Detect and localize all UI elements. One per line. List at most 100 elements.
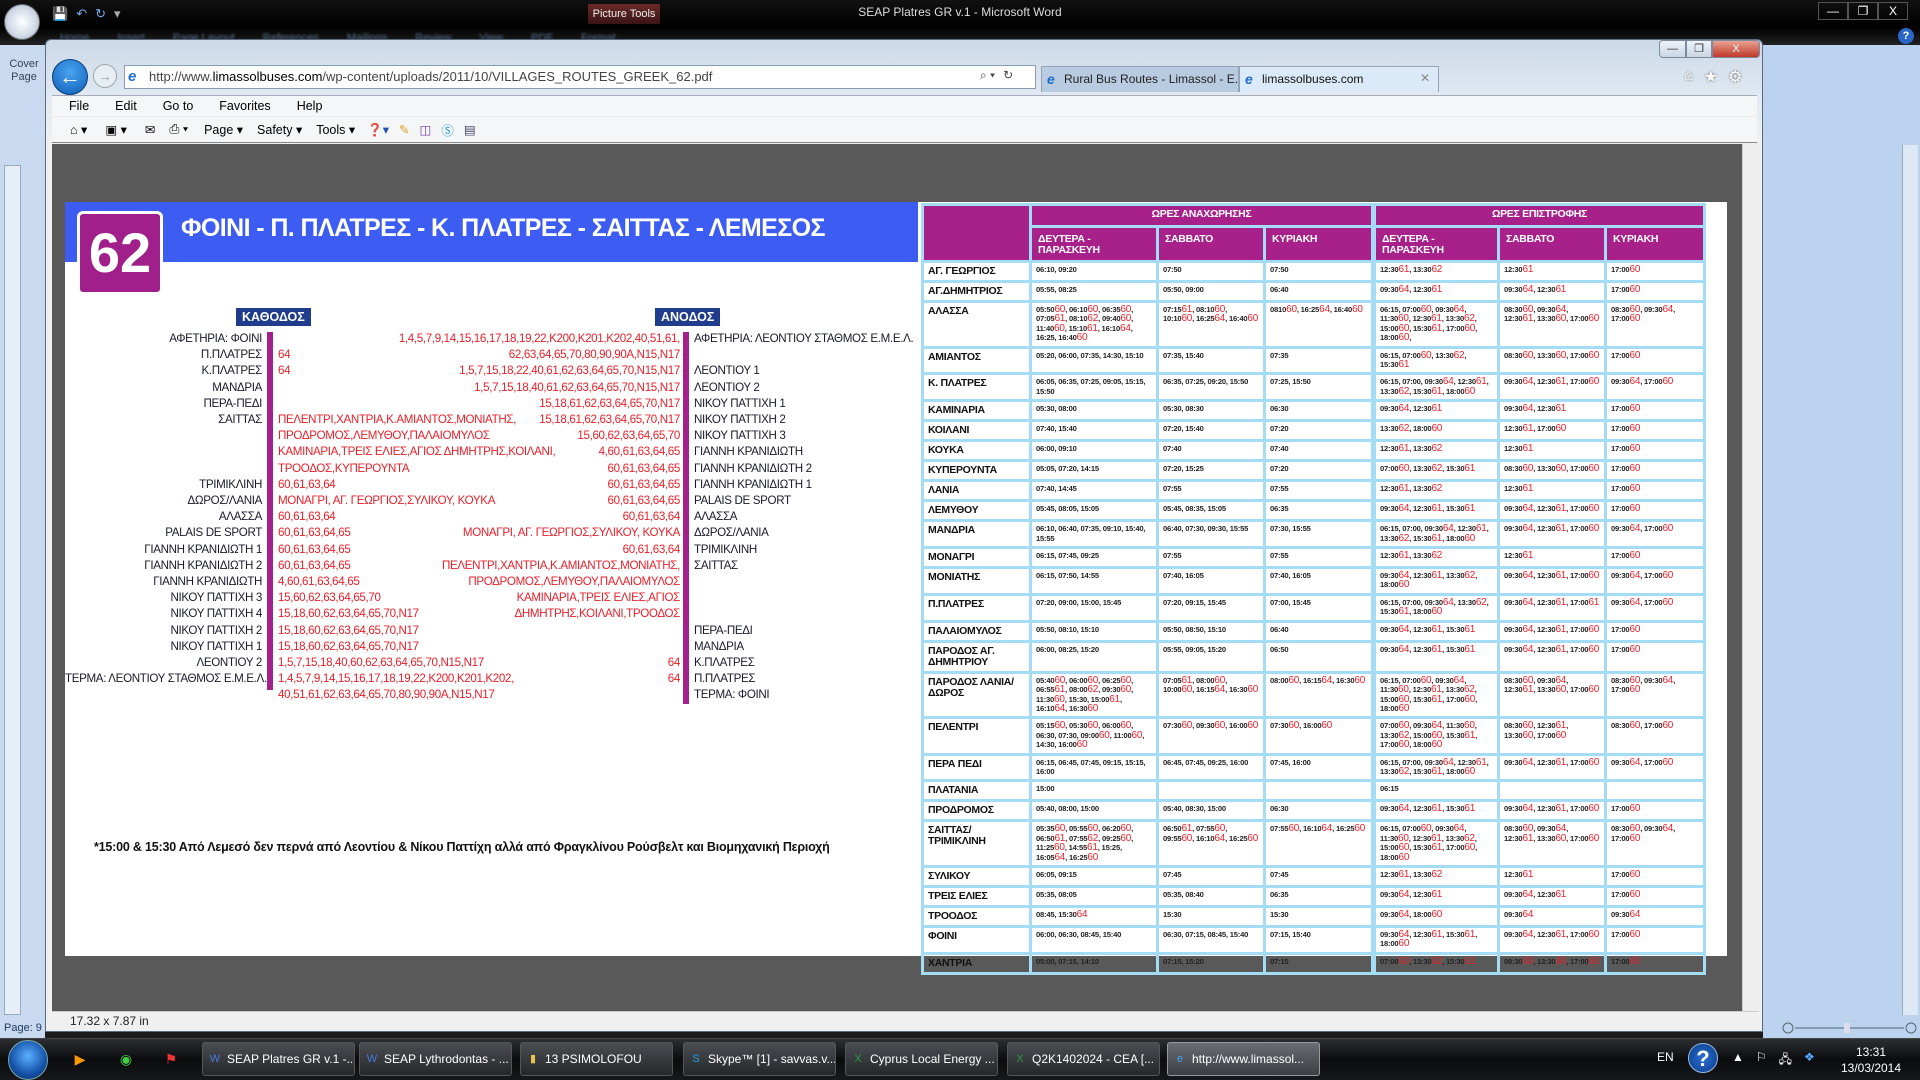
dep-times-sunday: 07:15: [1262, 951, 1376, 975]
help-icon[interactable]: ❓▾: [367, 122, 389, 138]
zoom-slider[interactable]: [1782, 1022, 1917, 1034]
menu-favorites[interactable]: Favorites: [202, 96, 279, 116]
cover-page-button[interactable]: Cover Page: [6, 58, 42, 84]
menu-help[interactable]: Help: [280, 96, 332, 116]
maximize-button[interactable]: ❐: [1686, 40, 1712, 58]
minimize-button[interactable]: —: [1659, 40, 1686, 58]
dep-times-weekday: 06:00, 08:25, 15:20: [1029, 639, 1159, 674]
timetable-row: ΑΓ.ΔΗΜΗΤΡΙΟΣ 05:55, 08:25 05:50, 09:00 06:4…: [921, 280, 1707, 303]
route-number: 64: [1522, 803, 1534, 815]
tab-limassolbuses[interactable]: e limassolbuses.com: [1239, 66, 1439, 92]
network-icon[interactable]: 🖧: [1779, 1050, 1792, 1071]
dep-times-sunday: 07:45: [1262, 864, 1376, 888]
taskbar-item[interactable]: X Cyprus Local Energy ...: [845, 1042, 998, 1076]
dep-times-sunday: 07:55: [1262, 479, 1376, 503]
page-menu[interactable]: Page ▾: [204, 122, 243, 137]
show-hidden-icons[interactable]: ▲: [1732, 1050, 1744, 1071]
minimize-button[interactable]: —: [1818, 2, 1848, 20]
dep-times-sunday: 06:30: [1262, 799, 1376, 823]
close-button[interactable]: X: [1712, 40, 1760, 58]
tools-menu[interactable]: Tools ▾: [316, 122, 355, 137]
anodos-connections: 1,4,5,7,9,14,15,16,17,18,19,22,K200,K201…: [398, 332, 681, 345]
route-number: 64: [1442, 596, 1454, 608]
print-icon[interactable]: ⎙ ▾: [169, 122, 188, 137]
taskbar-item[interactable]: S Skype™ [1] - savvas.v...: [683, 1042, 836, 1076]
restore-button[interactable]: ❐: [1848, 2, 1878, 20]
help-icon[interactable]: ?: [1898, 28, 1914, 44]
gear-icon[interactable]: ⚙: [1728, 67, 1742, 87]
route-number: 60: [1181, 832, 1193, 844]
taskbar-item[interactable]: e http://www.limassol...: [1167, 1042, 1320, 1076]
ret-times-sunday: 17:0060: [1604, 639, 1707, 674]
help-icon[interactable]: ?: [1688, 1043, 1718, 1073]
close-button[interactable]: X: [1878, 2, 1908, 20]
save-icon[interactable]: 💾: [52, 6, 68, 22]
language-indicator[interactable]: EN: [1657, 1050, 1674, 1064]
menu-edit[interactable]: Edit: [98, 96, 146, 116]
research-icon[interactable]: ✎: [399, 122, 409, 137]
ret-times-saturday: 09:3064, 12:3061, 17:0060: [1497, 619, 1608, 643]
route-number: 61: [1398, 868, 1410, 880]
taskbar-item[interactable]: ▮ 13 PSIMOLOFOU: [520, 1042, 673, 1076]
menu-go-to[interactable]: Go to: [146, 96, 203, 116]
route-number: 64: [1629, 523, 1641, 535]
feeds-icon[interactable]: ▣ ▾: [105, 122, 127, 137]
redo-icon[interactable]: ↻: [95, 6, 106, 22]
ret-times-weekday: 09:3064, 12:3061: [1371, 280, 1501, 303]
stop-name: ΦΟΙΝΙ: [921, 924, 1032, 955]
search-icon[interactable]: ⌕ ▾: [980, 68, 995, 83]
forward-button[interactable]: →: [93, 64, 117, 88]
anodos-connections: 1,5,7,15,18,40,61,62,63,64,65,70,N15,N17: [474, 380, 680, 394]
close-tab-icon[interactable]: ✕: [1420, 71, 1430, 85]
picture-tools-tab[interactable]: Picture Tools: [588, 4, 660, 24]
dropbox-icon[interactable]: ❖: [1804, 1050, 1815, 1071]
anodos-connections: ΠΡΟΔΡΟΜΟΣ,ΛΕΜΥΘΟΥ,ΠΑΛΑΙΟΜΥΛΟΣ: [468, 575, 680, 588]
menu-file[interactable]: File: [52, 96, 98, 116]
route-number: 64: [1398, 643, 1410, 655]
route-number: 61: [1555, 570, 1567, 582]
addon-icon[interactable]: ▤: [464, 122, 476, 137]
star-icon[interactable]: ★: [1704, 67, 1718, 87]
route-number: 61: [1475, 756, 1487, 768]
dep-times-sunday: 07:00, 15:45: [1262, 592, 1376, 623]
route-number: 60: [1588, 313, 1600, 325]
clock[interactable]: 13:31 13/03/2014: [1836, 1044, 1906, 1076]
route-number: 60: [1588, 503, 1600, 515]
action-center-icon[interactable]: ⚐: [1756, 1050, 1767, 1071]
chrome-icon[interactable]: ◉: [117, 1050, 135, 1068]
word-vertical-scrollbar[interactable]: [1902, 145, 1918, 1015]
ret-times-saturday: 08:3060, 09:3064, 12:3061, 13:3060, 17:0…: [1497, 670, 1608, 720]
tab-rural-bus-routes[interactable]: e Rural Bus Routes - Limassol - E...: [1041, 66, 1239, 92]
home-icon[interactable]: ⌂: [1684, 67, 1694, 87]
onenote-icon[interactable]: ◫: [420, 122, 432, 137]
ret-times-saturday: 12:3061: [1497, 260, 1608, 283]
skype-icon[interactable]: Ⓢ: [441, 120, 454, 139]
start-button[interactable]: [8, 1040, 48, 1080]
route-number: 64: [1629, 596, 1641, 608]
vertical-scrollbar[interactable]: [1742, 144, 1759, 1011]
media-player-icon[interactable]: ▶: [71, 1050, 89, 1068]
address-bar[interactable]: http://www.limassolbuses.com/wp-content/…: [124, 65, 1036, 89]
taskbar-item[interactable]: X Q2K1402024 - CEA [...: [1007, 1042, 1160, 1076]
acrobat-icon[interactable]: ⚑: [162, 1050, 180, 1068]
anodos-route-bar: [683, 332, 689, 704]
office-button[interactable]: [4, 4, 40, 40]
route-number: 60: [1098, 729, 1110, 741]
route-number: 64: [1398, 503, 1410, 515]
ret-times-weekday: 09:3064, 12:3061, 15:3061: [1371, 499, 1501, 523]
home-icon[interactable]: ⌂ ▾: [70, 122, 87, 137]
route-number: 60: [1464, 385, 1476, 397]
refresh-icon[interactable]: ↻: [1003, 68, 1013, 83]
route-number: 62: [1464, 570, 1476, 582]
mail-icon[interactable]: ✉: [145, 122, 155, 137]
route-number: 60: [1181, 313, 1193, 325]
anodos-stop: ΑΛΑΣΣΑ: [694, 510, 738, 524]
undo-icon[interactable]: ↶: [76, 6, 87, 22]
customize-icon[interactable]: ▾: [114, 6, 121, 22]
timetable-row: ΤΡΟΟΔΟΣ 08:45, 15:3064 15:30 15:30 09:3064, …: [921, 904, 1707, 928]
taskbar-item[interactable]: W SEAP Lythrodontas - ...: [359, 1042, 512, 1076]
safety-menu[interactable]: Safety ▾: [257, 122, 302, 137]
taskbar-item[interactable]: W SEAP Platres GR v.1 -...: [202, 1042, 355, 1076]
route-number: 60: [1398, 955, 1410, 967]
back-button[interactable]: ←: [52, 59, 88, 95]
